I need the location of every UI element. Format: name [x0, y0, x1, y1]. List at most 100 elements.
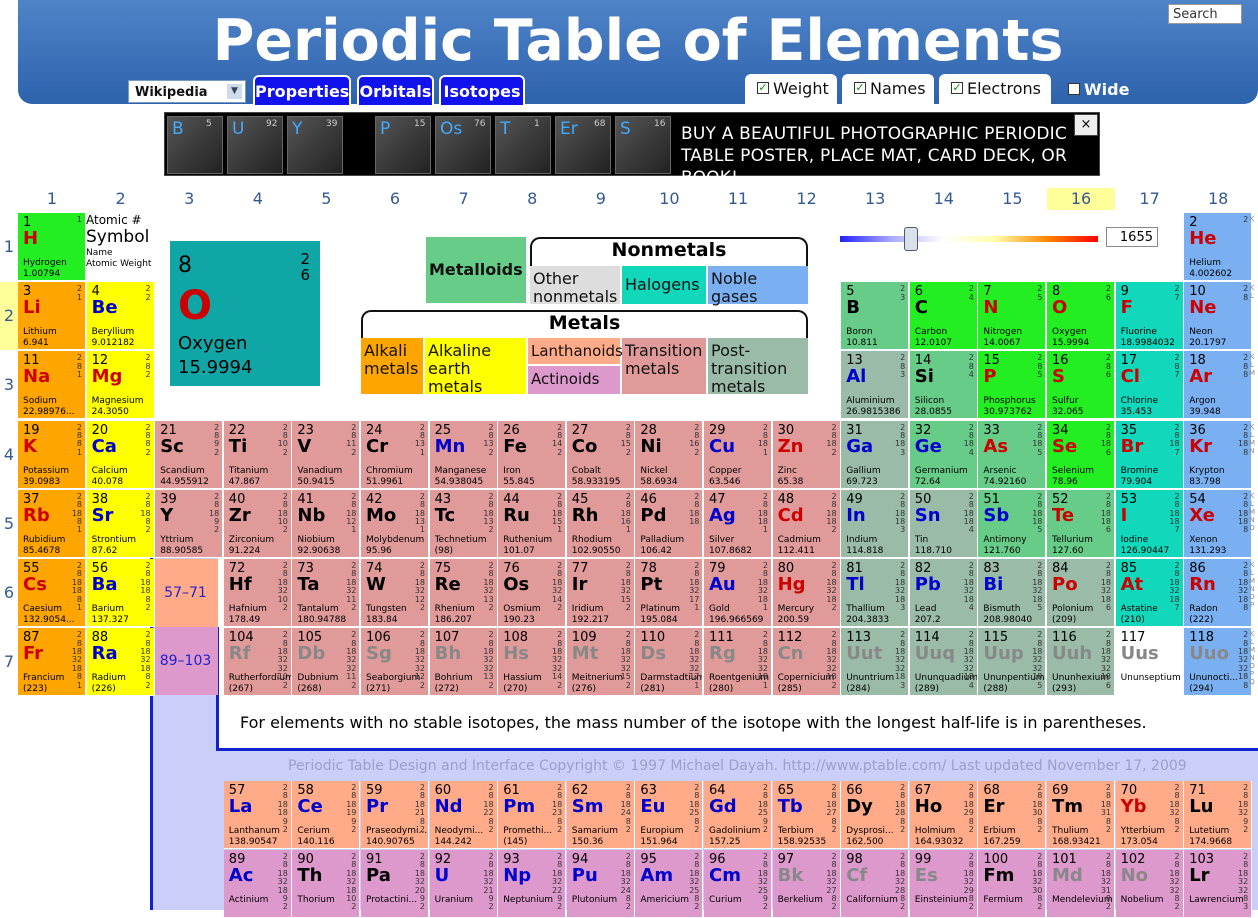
element-cell-no[interactable]: 102 No Nobelium 2 8 18 32 32 8 2: [1115, 850, 1184, 918]
element-cell-w[interactable]: 74 W Tungsten 183.84 2 8 18 32 12 2: [361, 559, 429, 627]
element-cell-o[interactable]: 8 O Oxygen 15.9994 2 6: [1047, 282, 1115, 351]
element-cell-sc[interactable]: 21 Sc Scandium 44.955912 2 8 9 2: [155, 420, 224, 489]
ad-thumbnail[interactable]: Os 76: [435, 116, 491, 174]
close-icon[interactable]: ×: [1074, 114, 1098, 136]
element-cell-bh[interactable]: 107 Bh Bohrium (272) 2 8 18 32 32 13 2: [429, 628, 498, 697]
legend-alkali-metals[interactable]: Alkali metals: [361, 338, 423, 394]
legend-lanthanoids[interactable]: Lanthanoids: [528, 338, 623, 364]
element-cell-la[interactable]: 57 La Lanthanum 138.90547 2 8 18 18 9 2: [223, 781, 292, 849]
group-number[interactable]: 2: [87, 188, 155, 210]
element-cell-ar[interactable]: 18 Ar Argon 39.948 2 8 8: [1184, 351, 1253, 420]
element-cell-uuh[interactable]: 116 Uuh Ununhexium (293) 2 8 18 32 32 18 6: [1047, 628, 1115, 697]
element-cell-po[interactable]: 84 Po Polonium (209) 2 8 18 32 18 6: [1047, 559, 1115, 627]
element-cell-tb[interactable]: 65 Tb Terbium 158.92535 2 8 18 27 8 2: [772, 781, 841, 849]
ad-thumbnail[interactable]: Y 39: [287, 116, 343, 174]
element-cell-uus[interactable]: 117 Uus Ununseptium: [1115, 628, 1184, 697]
element-cell-eu[interactable]: 63 Eu Europium 151.964 2 8 18 25 8 2: [635, 781, 704, 849]
group-number[interactable]: 16: [1047, 188, 1115, 210]
element-cell-h[interactable]: 1 H Hydrogen 1.00794 1: [18, 213, 86, 281]
element-cell-ru[interactable]: 44 Ru Ruthenium 101.07 2 8 18 15 1: [498, 489, 567, 558]
element-cell-rh[interactable]: 45 Rh Rhodium 102.90550 2 8 18 16 1: [566, 489, 635, 558]
element-cell-sb[interactable]: 51 Sb Antimony 121.760 2 8 18 18 5: [978, 489, 1047, 558]
element-cell-mo[interactable]: 42 Mo Molybdenum 95.96 2 8 18 13 1: [361, 489, 429, 558]
ad-thumbnail[interactable]: U 92: [227, 116, 283, 174]
element-cell-f[interactable]: 9 F Fluorine 18.9984032 2 7: [1115, 282, 1184, 351]
element-cell-sg[interactable]: 106 Sg Seaborgium (271) 2 8 18 32 32 12 2: [361, 628, 429, 697]
element-cell-bi[interactable]: 83 Bi Bismuth 208.98040 2 8 18 32 18 5: [978, 559, 1047, 627]
element-cell-v[interactable]: 23 V Vanadium 50.9415 2 8 11 2: [292, 420, 361, 489]
element-cell-pt[interactable]: 78 Pt Platinum 195.084 2 8 18 32 17 1: [635, 559, 704, 627]
element-cell-db[interactable]: 105 Db Dubnium (268) 2 8 18 32 32 11 2: [292, 628, 361, 697]
group-number[interactable]: 9: [567, 188, 635, 210]
element-cell-hg[interactable]: 80 Hg Mercury 200.59 2 8 18 32 18 2: [772, 559, 841, 627]
element-cell-rf[interactable]: 104 Rf Rutherfordium (267) 2 8 18 32 32 10 2: [223, 628, 292, 697]
element-cell-uuq[interactable]: 114 Uuq Ununquadium (289) 2 8 18 32 32 18 4: [909, 628, 978, 697]
element-cell-ir[interactable]: 77 Ir Iridium 192.217 2 8 18 32 15 2: [566, 559, 635, 627]
element-cell-fr[interactable]: 87 Fr Francium (223) 2 8 18 32 18 8 1: [18, 628, 86, 697]
element-cell-mt[interactable]: 109 Mt Meitnerium (276) 2 8 18 32 32 15 2: [566, 628, 635, 697]
checkbox-icon[interactable]: ✓: [757, 81, 769, 94]
actinides-ref[interactable]: 89–103: [153, 627, 218, 695]
element-cell-n[interactable]: 7 N Nitrogen 14.0067 2 5: [978, 282, 1047, 351]
legend-transition-metals[interactable]: Transition metals: [622, 338, 706, 394]
legend-noble-gases[interactable]: Noble gases: [708, 266, 808, 306]
element-cell-pm[interactable]: 61 Pm Promethi... (145) 2 8 18 23 8 2: [498, 781, 567, 849]
element-cell-sn[interactable]: 50 Sn Tin 118.710 2 8 18 18 4: [909, 489, 978, 558]
element-cell-ra[interactable]: 88 Ra Radium (226) 2 8 18 32 18 8 2: [86, 628, 155, 697]
element-cell-co[interactable]: 27 Co Cobalt 58.933195 2 8 15 2: [566, 420, 635, 489]
element-cell-ni[interactable]: 28 Ni Nickel 58.6934 2 8 16 2: [635, 420, 704, 489]
element-cell-cu[interactable]: 29 Cu Copper 63.546 2 8 18 1: [704, 420, 772, 489]
element-cell-pa[interactable]: 91 Pa Protactini... 2 8 18 32 20 9 2: [361, 850, 429, 918]
chevron-down-icon[interactable]: ▼: [227, 84, 242, 99]
element-cell-at[interactable]: 85 At Astatine (210) 2 8 18 32 18 7: [1115, 559, 1184, 627]
element-cell-se[interactable]: 34 Se Selenium 78.96 2 8 18 6: [1047, 420, 1115, 489]
element-cell-fe[interactable]: 26 Fe Iron 55.845 2 8 14 2: [498, 420, 567, 489]
lanthanides-ref[interactable]: 57–71: [153, 559, 218, 627]
element-cell-bk[interactable]: 97 Bk Berkelium 2 8 18 32 27 8 2: [772, 850, 841, 918]
element-cell-ga[interactable]: 31 Ga Gallium 69.723 2 8 18 3: [841, 420, 910, 489]
element-cell-ca[interactable]: 20 Ca Calcium 40.078 2 8 8 2: [86, 420, 155, 489]
ad-thumbnail[interactable]: Er 68: [555, 116, 611, 174]
element-cell-li[interactable]: 3 Li Lithium 6.941 2 1: [18, 282, 86, 351]
element-cell-pr[interactable]: 59 Pr Praseodymi... 140.90765 2 8 18 21 8 2: [361, 781, 429, 849]
search-input[interactable]: Search: [1168, 4, 1242, 24]
element-cell-ag[interactable]: 47 Ag Silver 107.8682 2 8 18 18 1: [704, 489, 772, 558]
element-cell-uup[interactable]: 115 Uup Ununpentium (288) 2 8 18 32 32 18 5: [978, 628, 1047, 697]
element-cell-ba[interactable]: 56 Ba Barium 137.327 2 8 18 18 8 2: [86, 559, 155, 627]
element-cell-cl[interactable]: 17 Cl Chlorine 35.453 2 8 7: [1115, 351, 1184, 420]
element-cell-i[interactable]: 53 I Iodine 126.90447 2 8 18 18 7: [1115, 489, 1184, 558]
tab-properties[interactable]: Properties: [253, 75, 351, 105]
element-cell-xe[interactable]: 54 Xe Xenon 131.293 2 8 18 18 8: [1184, 489, 1253, 558]
element-cell-in[interactable]: 49 In Indium 114.818 2 8 18 18 3: [841, 489, 910, 558]
ad-thumbnail[interactable]: B5: [167, 116, 223, 174]
period-number[interactable]: 1: [0, 237, 18, 256]
group-number[interactable]: 11: [704, 188, 772, 210]
element-cell-es[interactable]: 99 Es Einsteinium 2 8 18 32 29 8 2: [909, 850, 978, 918]
element-cell-te[interactable]: 52 Te Tellurium 127.60 2 8 18 18 6: [1047, 489, 1115, 558]
group-number[interactable]: 10: [635, 188, 703, 210]
element-cell-y[interactable]: 39 Y Yttrium 88.90585 2 8 18 9 2: [155, 489, 224, 558]
element-cell-ge[interactable]: 32 Ge Germanium 72.64 2 8 18 4: [909, 420, 978, 489]
element-cell-rg[interactable]: 111 Rg Roentgenium (280) 2 8 18 32 32 18 1: [704, 628, 772, 697]
element-cell-lr[interactable]: 103 Lr Lawrencium 2 8 18 32 32 8 3: [1184, 850, 1253, 918]
ad-text[interactable]: BUY A BEAUTIFUL PHOTOGRAPHIC PERIODIC TAB…: [681, 123, 1099, 189]
element-cell-c[interactable]: 6 C Carbon 12.0107 2 4: [909, 282, 978, 351]
checkbox-icon[interactable]: ✓: [951, 81, 963, 94]
element-cell-ce[interactable]: 58 Ce Cerium 140.116 2 8 18 19 9 2: [292, 781, 361, 849]
period-number[interactable]: 5: [0, 514, 18, 533]
element-cell-pd[interactable]: 46 Pd Palladium 106.42 2 8 18 18: [635, 489, 704, 558]
element-cell-uut[interactable]: 113 Uut Ununtrium (284) 2 8 18 32 32 18 3: [841, 628, 910, 697]
element-cell-cm[interactable]: 96 Cm Curium 2 8 18 32 25 9 2: [704, 850, 772, 918]
temperature-slider-handle[interactable]: [904, 227, 918, 251]
element-cell-hs[interactable]: 108 Hs Hassium (270) 2 8 18 32 32 14 2: [498, 628, 567, 697]
element-cell-tl[interactable]: 81 Tl Thallium 204.3833 2 8 18 32 18 3: [841, 559, 910, 627]
element-cell-os[interactable]: 76 Os Osmium 190.23 2 8 18 32 14 2: [498, 559, 567, 627]
period-number[interactable]: 6: [0, 583, 18, 602]
period-number[interactable]: 3: [0, 375, 18, 394]
group-number[interactable]: 1: [18, 188, 86, 210]
element-cell-nd[interactable]: 60 Nd Neodymi... 144.242 2 8 18 22 8 2: [429, 781, 498, 849]
element-cell-ds[interactable]: 110 Ds Darmstadtium (281) 2 8 18 32 32 17 1: [635, 628, 704, 697]
period-number[interactable]: 2: [0, 282, 18, 351]
checkbox-icon[interactable]: [1068, 82, 1080, 95]
element-cell-tm[interactable]: 69 Tm Thulium 168.93421 2 8 18 31 8 2: [1047, 781, 1115, 849]
